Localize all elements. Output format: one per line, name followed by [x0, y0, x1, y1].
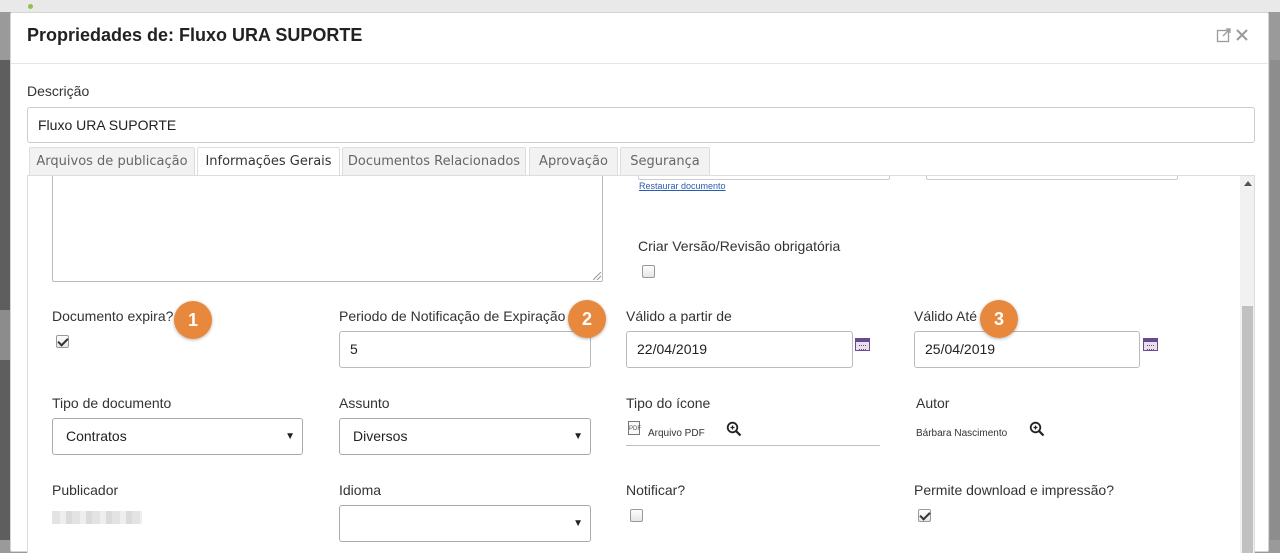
language-select[interactable]: ▼ [339, 505, 591, 542]
tab-arquivos-publicacao[interactable]: Arquivos de publicação [29, 147, 195, 176]
close-icon[interactable] [1233, 27, 1251, 45]
publisher-label: Publicador [52, 482, 119, 498]
dropdown-caret-icon: ▼ [573, 518, 583, 529]
icon-type-label: Tipo do ícone [626, 395, 711, 411]
notification-period-label: Periodo de Notificação de Expiração [339, 308, 566, 324]
general-info-panel: Restaurar documento Criar Versão/Revisão… [27, 175, 1255, 553]
mandatory-version-checkbox[interactable] [642, 265, 655, 278]
doc-type-label: Tipo de documento [52, 395, 172, 411]
popout-icon[interactable] [1215, 27, 1233, 45]
allow-download-checkbox[interactable] [918, 509, 931, 522]
icon-type-value: Arquivo PDF [648, 428, 705, 439]
pdf-file-icon: PDF [628, 421, 641, 435]
author-label: Autor [916, 395, 950, 411]
description-input[interactable] [27, 107, 1255, 143]
publisher-value-redacted [52, 511, 142, 524]
modal-title: Propriedades de: Fluxo URA SUPORTE [27, 25, 363, 45]
properties-modal: Propriedades de: Fluxo URA SUPORTE Descr… [10, 12, 1269, 553]
valid-until-input[interactable]: 25/04/2019 [914, 331, 1140, 368]
status-dot [28, 4, 33, 9]
zoom-search-icon[interactable] [726, 421, 742, 437]
dropdown-caret-icon: ▼ [573, 431, 583, 442]
modal-header: Propriedades de: Fluxo URA SUPORTE [11, 13, 1268, 64]
description-textarea[interactable] [52, 176, 603, 282]
calendar-icon[interactable] [855, 338, 870, 351]
mandatory-version-label: Criar Versão/Revisão obrigatória [638, 238, 841, 254]
scrollbar-thumb[interactable] [1242, 306, 1253, 553]
step-badge-2: 2 [568, 300, 606, 338]
background-right-strip [1270, 60, 1280, 540]
author-value: Bárbara Nascimento [916, 428, 1008, 439]
language-label: Idioma [339, 482, 382, 498]
notify-checkbox[interactable] [630, 509, 643, 522]
allow-download-label: Permite download e impressão? [914, 482, 1114, 498]
tab-aprovacao[interactable]: Aprovação [529, 147, 618, 176]
tab-informacoes-gerais[interactable]: Informações Gerais [197, 147, 340, 177]
notification-period-input[interactable]: 5 [339, 331, 591, 368]
partial-field[interactable] [638, 176, 890, 180]
tab-documentos-relacionados[interactable]: Documentos Relacionados [342, 147, 526, 176]
restore-document-link[interactable]: Restaurar documento [639, 181, 726, 191]
doc-type-select[interactable]: Contratos ▼ [52, 418, 303, 455]
calendar-icon[interactable] [1143, 338, 1158, 351]
subject-label: Assunto [339, 395, 390, 411]
step-badge-3: 3 [980, 300, 1018, 338]
valid-until-label: Válido Até [914, 308, 978, 324]
partial-field[interactable] [926, 176, 1178, 180]
dropdown-caret-icon: ▼ [285, 431, 295, 442]
notify-label: Notificar? [626, 482, 686, 498]
resize-grip-icon[interactable] [593, 272, 601, 280]
description-label: Descrição [27, 83, 90, 99]
zoom-search-icon[interactable] [1029, 421, 1045, 437]
valid-from-label: Válido a partir de [626, 308, 732, 324]
expires-label: Documento expira? [52, 308, 174, 324]
tab-seguranca[interactable]: Segurança [620, 147, 710, 176]
doc-type-value: Contratos [66, 428, 127, 444]
icon-type-underline [626, 445, 880, 446]
subject-select[interactable]: Diversos ▼ [339, 418, 591, 455]
background-left-strip-highlight [0, 310, 10, 360]
valid-from-input[interactable]: 22/04/2019 [626, 331, 853, 368]
subject-value: Diversos [353, 428, 408, 444]
panel-scrollbar[interactable] [1240, 176, 1254, 553]
step-badge-1: 1 [174, 301, 212, 339]
background-left-strip [0, 60, 10, 540]
background-topbar [0, 0, 1280, 12]
expires-checkbox[interactable] [56, 335, 69, 348]
scroll-up-arrow-icon[interactable] [1244, 181, 1252, 186]
